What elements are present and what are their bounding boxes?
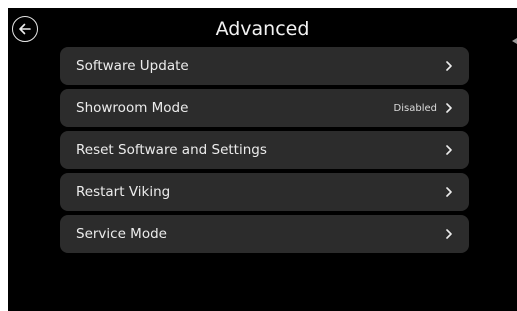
chevron-right-icon [445, 229, 453, 239]
chevron-right-icon [445, 187, 453, 197]
menu-item-label: Service Mode [76, 226, 167, 242]
chevron-right-icon [445, 103, 453, 113]
menu-item-label: Showroom Mode [76, 100, 189, 116]
service-mode-item[interactable]: Service Mode [60, 215, 469, 253]
chevron-right-icon [445, 61, 453, 71]
menu-item-label: Reset Software and Settings [76, 142, 267, 158]
menu-list: Software Update Showroom Mode Disabled R… [60, 47, 469, 257]
restart-viking-item[interactable]: Restart Viking [60, 173, 469, 211]
menu-item-label: Software Update [76, 58, 189, 74]
edge-marker [512, 38, 517, 44]
chevron-right-icon [445, 145, 453, 155]
software-update-item[interactable]: Software Update [60, 47, 469, 85]
settings-screen: Advanced Software Update Showroom Mode D… [8, 8, 517, 311]
page-title: Advanced [215, 18, 310, 40]
showroom-mode-status: Disabled [393, 102, 437, 114]
menu-item-label: Restart Viking [76, 184, 171, 200]
showroom-mode-item[interactable]: Showroom Mode Disabled [60, 89, 469, 127]
reset-software-item[interactable]: Reset Software and Settings [60, 131, 469, 169]
